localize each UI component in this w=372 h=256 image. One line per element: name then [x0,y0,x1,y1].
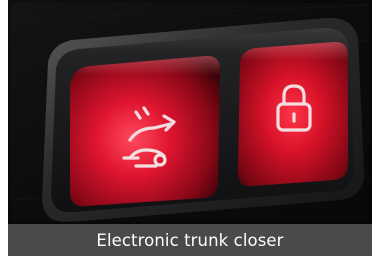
caption: Electronic trunk closer [96,230,284,250]
trunk-close-button[interactable] [70,55,220,207]
figure: Electronic trunk closer [0,0,372,256]
caption-bar: Electronic trunk closer [8,224,372,256]
lock-button[interactable] [238,41,348,187]
trunk-buttons-photo [8,0,372,224]
